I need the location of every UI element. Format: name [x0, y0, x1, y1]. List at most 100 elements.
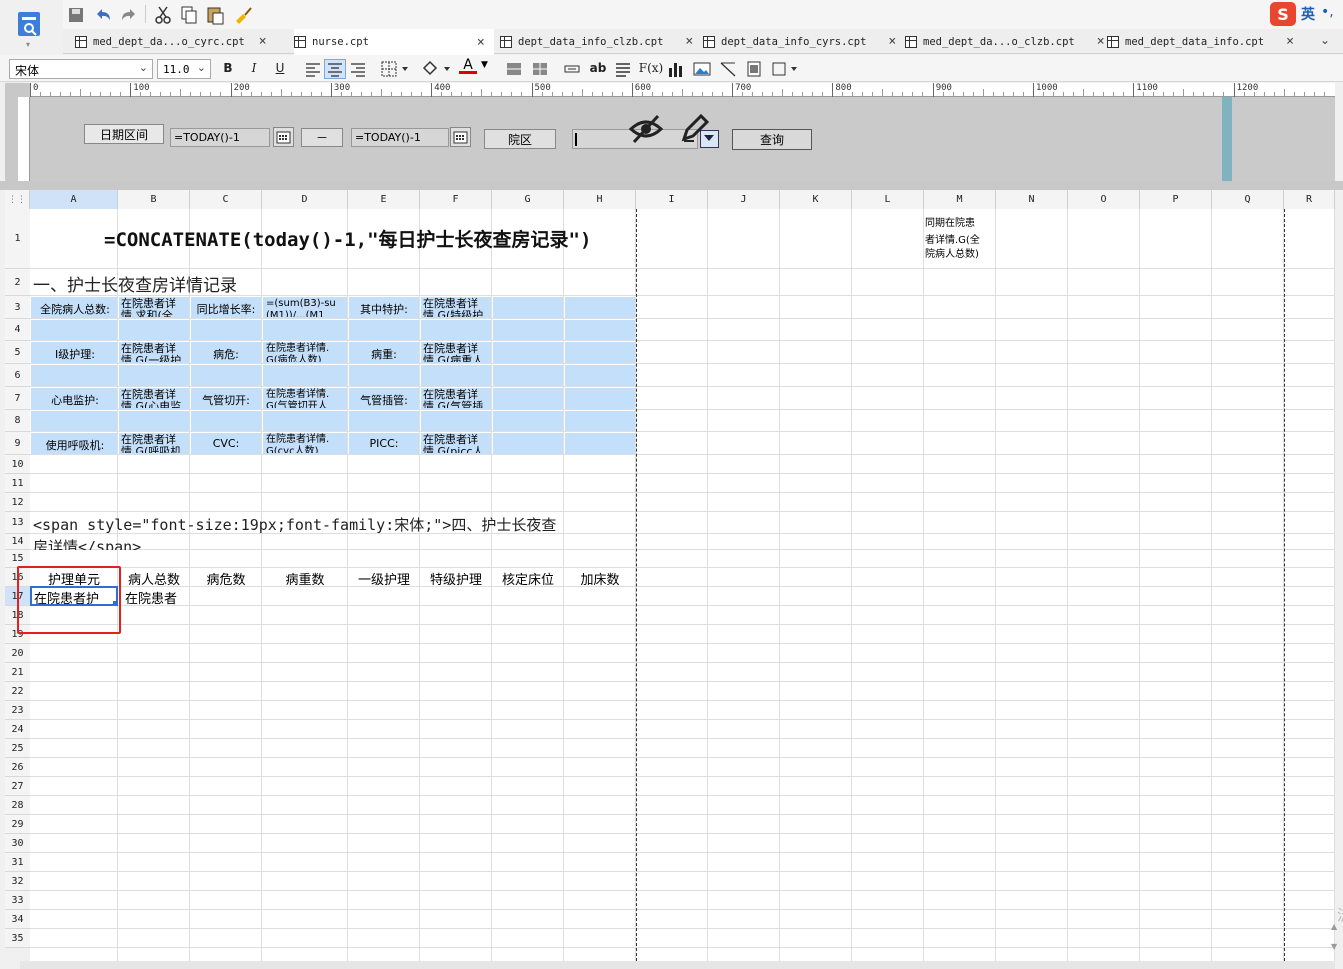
- row-header-20[interactable]: 20: [5, 644, 30, 663]
- row-header-12[interactable]: 12: [5, 493, 30, 512]
- column-header-h[interactable]: H: [564, 190, 636, 209]
- column-header-d[interactable]: D: [262, 190, 348, 209]
- image-icon[interactable]: [693, 60, 711, 78]
- table-header-cell[interactable]: 病重数: [262, 569, 348, 588]
- row-header-10[interactable]: 10: [5, 455, 30, 474]
- close-icon[interactable]: ×: [477, 35, 485, 50]
- border-icon[interactable]: [380, 60, 410, 78]
- text-field-icon[interactable]: [563, 60, 581, 78]
- row-header-25[interactable]: 25: [5, 739, 30, 758]
- undo-icon[interactable]: [93, 6, 113, 24]
- row-header-22[interactable]: 22: [5, 682, 30, 701]
- tab-list-chevron-icon[interactable]: ⌄: [1320, 33, 1330, 47]
- row-header-1[interactable]: 1: [5, 209, 30, 269]
- ime-punct-icon[interactable]: •,: [1321, 4, 1334, 20]
- ime-language-label[interactable]: 英: [1301, 4, 1315, 24]
- column-header-r[interactable]: R: [1284, 190, 1335, 209]
- align-left-icon[interactable]: [304, 61, 322, 77]
- tab-dept-clzb[interactable]: dept_data_info_clzb.cpt ×: [500, 29, 700, 54]
- row-header-26[interactable]: 26: [5, 758, 30, 777]
- copy-icon[interactable]: [179, 5, 199, 25]
- column-header-n[interactable]: N: [996, 190, 1068, 209]
- save-icon[interactable]: [67, 6, 85, 24]
- column-header-k[interactable]: K: [780, 190, 852, 209]
- date-start-field[interactable]: =TODAY()-1: [170, 128, 270, 147]
- row-header-11[interactable]: 11: [5, 474, 30, 493]
- row-header-8[interactable]: 8: [5, 410, 30, 432]
- row-header-4[interactable]: 4: [5, 319, 30, 341]
- row-header-29[interactable]: 29: [5, 815, 30, 834]
- merge-cells-icon[interactable]: [505, 60, 523, 78]
- row-header-33[interactable]: 33: [5, 891, 30, 910]
- align-right-icon[interactable]: [349, 61, 367, 77]
- close-icon[interactable]: ×: [1097, 34, 1105, 49]
- column-header-i[interactable]: I: [636, 190, 708, 209]
- tab-dept-cyrs[interactable]: dept_data_info_cyrs.cpt ×: [703, 29, 903, 54]
- row-header-27[interactable]: 27: [5, 777, 30, 796]
- row-header-7[interactable]: 7: [5, 387, 30, 410]
- format-painter-icon[interactable]: [233, 5, 253, 25]
- column-header-c[interactable]: C: [190, 190, 262, 209]
- column-header-e[interactable]: E: [348, 190, 420, 209]
- chevron-down-icon[interactable]: ▾: [26, 40, 30, 49]
- column-header-q[interactable]: Q: [1212, 190, 1284, 209]
- table-header-cell[interactable]: 病人总数: [118, 569, 190, 588]
- horizontal-scrollbar[interactable]: [20, 961, 1335, 969]
- table-header-cell[interactable]: 核定床位: [492, 569, 564, 588]
- patient-total-cell[interactable]: 在院患者: [125, 588, 195, 607]
- designer-logo-icon[interactable]: [14, 10, 46, 40]
- align-center-button[interactable]: [324, 59, 346, 79]
- scroll-down-icon[interactable]: ▼: [1331, 942, 1337, 951]
- split-cells-icon[interactable]: [531, 60, 549, 78]
- column-header-f[interactable]: F: [420, 190, 492, 209]
- tab-nurse[interactable]: nurse.cpt ×: [294, 29, 494, 55]
- underline-button[interactable]: U: [271, 58, 289, 78]
- column-header-m[interactable]: M: [924, 190, 996, 209]
- row-header-14[interactable]: 14: [5, 534, 30, 550]
- formula-button[interactable]: F(x): [639, 58, 663, 78]
- close-icon[interactable]: ×: [1286, 34, 1294, 49]
- date-end-field[interactable]: =TODAY()-1: [351, 128, 449, 147]
- row-header-3[interactable]: 3: [5, 296, 30, 319]
- row-header-2[interactable]: 2: [5, 269, 30, 296]
- row-header-13[interactable]: 13: [5, 512, 30, 534]
- row-header-6[interactable]: 6: [5, 364, 30, 387]
- edit-pencil-icon[interactable]: [680, 113, 710, 145]
- cut-icon[interactable]: [153, 5, 173, 25]
- column-header-a[interactable]: A: [30, 190, 118, 209]
- tab-med-dept-cyrc[interactable]: med_dept_da...o_cyrc.cpt ×: [75, 29, 285, 54]
- title-formula-cell[interactable]: =CONCATENATE(today()-1,"每日护士长夜查房记录"): [104, 225, 591, 252]
- column-header-l[interactable]: L: [852, 190, 924, 209]
- column-header-b[interactable]: B: [118, 190, 190, 209]
- row-header-35[interactable]: 35: [5, 929, 30, 948]
- table-header-cell[interactable]: 加床数: [564, 569, 636, 588]
- row-header-32[interactable]: 32: [5, 872, 30, 891]
- sheet-grid[interactable]: =CONCATENATE(today()-1,"每日护士长夜查房记录") 同期在院…: [30, 209, 1335, 961]
- calendar-button[interactable]: [450, 127, 471, 147]
- vertical-scrollbar[interactable]: [1335, 190, 1343, 961]
- text-ab-button[interactable]: ab: [588, 58, 608, 78]
- column-header-g[interactable]: G: [492, 190, 564, 209]
- font-color-button[interactable]: A: [459, 57, 477, 79]
- hidden-eye-icon[interactable]: [628, 113, 664, 145]
- font-name-select[interactable]: 宋体 ⌄: [9, 59, 153, 79]
- row-header-21[interactable]: 21: [5, 663, 30, 682]
- column-header-o[interactable]: O: [1068, 190, 1140, 209]
- select-all-corner[interactable]: ⋮⋮: [5, 190, 30, 209]
- row-header-34[interactable]: 34: [5, 910, 30, 929]
- row-header-23[interactable]: 23: [5, 701, 30, 720]
- query-button[interactable]: 查询: [732, 129, 812, 150]
- bold-button[interactable]: B: [219, 58, 237, 78]
- paste-icon[interactable]: [205, 5, 225, 25]
- row-header-31[interactable]: 31: [5, 853, 30, 872]
- ime-sogou-icon[interactable]: S: [1270, 2, 1296, 26]
- chart-icon[interactable]: [667, 60, 685, 78]
- row-header-9[interactable]: 9: [5, 432, 30, 455]
- redo-icon[interactable]: [119, 6, 139, 24]
- slash-cell-icon[interactable]: [719, 60, 737, 78]
- close-icon[interactable]: ×: [259, 34, 267, 49]
- row-header-5[interactable]: 5: [5, 341, 30, 364]
- column-header-j[interactable]: J: [708, 190, 780, 209]
- table-header-cell[interactable]: 一级护理: [348, 569, 420, 588]
- calendar-button[interactable]: [273, 127, 294, 147]
